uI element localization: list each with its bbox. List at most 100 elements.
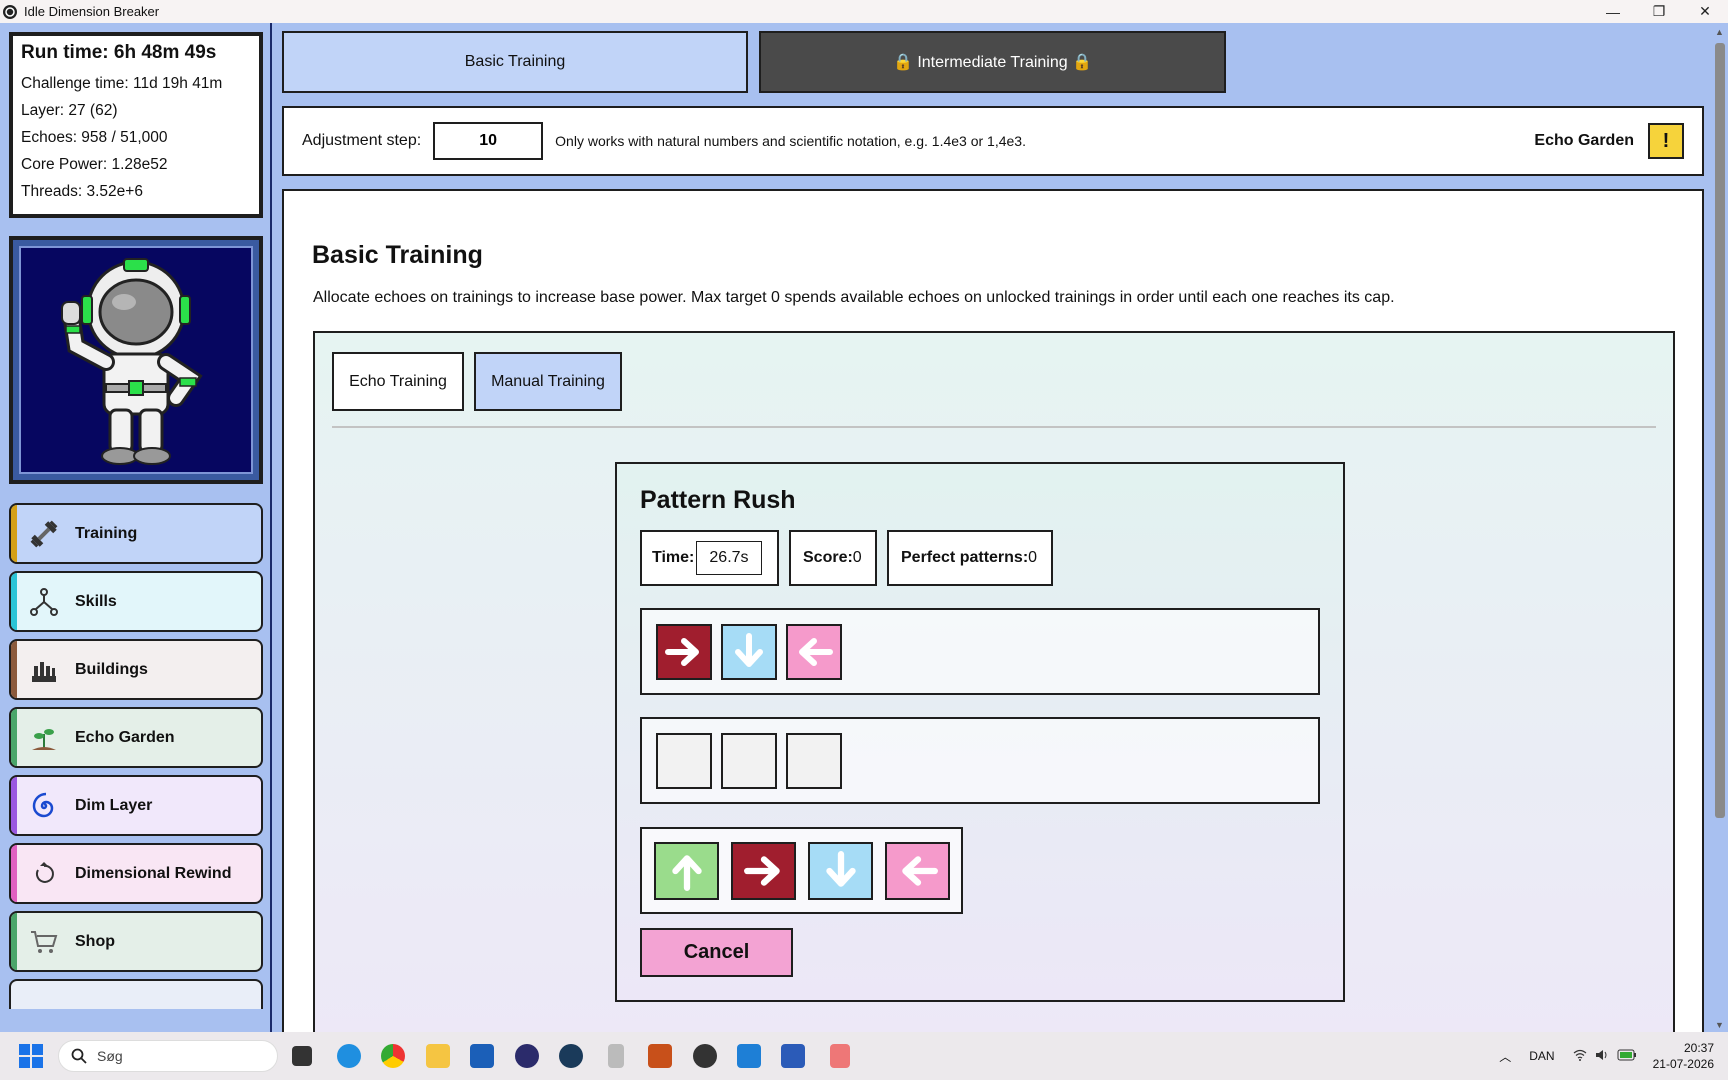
window-title: Idle Dimension Breaker: [24, 4, 160, 19]
target-sequence-row: [640, 608, 1320, 695]
chevron-up-icon[interactable]: ︿: [1499, 1048, 1511, 1065]
edge-icon[interactable]: [337, 1044, 361, 1068]
nav-label: Training: [75, 524, 138, 542]
file-explorer-icon[interactable]: [426, 1044, 450, 1068]
score-value: 0: [852, 549, 862, 566]
restore-button[interactable]: ❐: [1636, 0, 1682, 23]
scrollbar[interactable]: ▲ ▼: [1712, 23, 1728, 1032]
nav-label: Skills: [75, 592, 117, 610]
page-title: Basic Training: [312, 241, 483, 269]
nav-label: Echo Garden: [75, 728, 175, 746]
perfect-value: 0: [1028, 549, 1038, 566]
wifi-icon[interactable]: [1573, 1049, 1587, 1064]
nav-echo-garden[interactable]: Echo Garden: [9, 707, 263, 768]
cancel-button[interactable]: Cancel: [640, 928, 793, 977]
threads-stat: Threads: 3.52e+6: [21, 183, 143, 200]
taskbar-search[interactable]: Søg: [58, 1040, 278, 1072]
nav-dim-layer[interactable]: Dim Layer: [9, 775, 263, 836]
electron-app-icon[interactable]: [693, 1044, 717, 1068]
windows-start-icon[interactable]: [19, 1044, 43, 1068]
cart-icon: [27, 925, 61, 959]
subtab-manual-training[interactable]: Manual Training: [474, 352, 622, 411]
nav-skills[interactable]: Skills: [9, 571, 263, 632]
task-view-icon[interactable]: [292, 1046, 312, 1066]
tab-intermediate-training[interactable]: 🔒 Intermediate Training 🔒: [759, 31, 1226, 93]
alert-button[interactable]: !: [1648, 123, 1684, 159]
choice-down-button[interactable]: [808, 842, 873, 900]
layer-stat: Layer: 27 (62): [21, 102, 118, 119]
vscode-icon[interactable]: [737, 1044, 761, 1068]
nav-stripe: [11, 709, 17, 766]
close-button[interactable]: ✕: [1682, 0, 1728, 23]
tab-basic-training[interactable]: Basic Training: [282, 31, 748, 93]
time-value: 26.7s: [696, 541, 762, 575]
nav-training[interactable]: Training: [9, 503, 263, 564]
score-label: Score:: [803, 549, 853, 566]
spiral-icon: [27, 789, 61, 823]
divider: [332, 426, 1656, 428]
main-content: Basic Training Allocate echoes on traini…: [282, 189, 1704, 1051]
perfect-label: Perfect patterns:: [901, 549, 1029, 566]
pattern-title: Pattern Rush: [640, 486, 796, 514]
training-box: Echo Training Manual Training Pattern Ru…: [313, 331, 1675, 1051]
subtab-echo-training[interactable]: Echo Training: [332, 352, 464, 411]
nav-stripe: [11, 505, 17, 562]
arrow-choices: [640, 827, 963, 914]
arrow-right-icon: [743, 856, 780, 886]
page-description: Allocate echoes on trainings to increase…: [313, 289, 1395, 306]
adjustment-bar: Adjustment step: Only works with natural…: [282, 106, 1704, 176]
scrollbar-thumb[interactable]: [1715, 43, 1725, 818]
nav-label: Buildings: [75, 660, 148, 678]
chrome-icon[interactable]: [381, 1044, 405, 1068]
language-indicator[interactable]: DAN: [1529, 1049, 1554, 1063]
store-icon[interactable]: [470, 1044, 494, 1068]
minimize-button[interactable]: —: [1590, 0, 1636, 23]
avatar-frame: [9, 236, 263, 484]
nav-next-partial[interactable]: [9, 979, 263, 1009]
echoes-stat: Echoes: 958 / 51,000: [21, 129, 168, 146]
score-box: Score: 0: [789, 530, 877, 586]
nav-stripe: [11, 845, 17, 902]
snipping-tool-icon[interactable]: [830, 1044, 850, 1068]
app-icon: [3, 4, 17, 19]
echo-garden-label: Echo Garden: [1534, 132, 1634, 149]
perfect-box: Perfect patterns: 0: [887, 530, 1053, 586]
adjustment-step-input[interactable]: [433, 122, 544, 160]
eclipse-icon[interactable]: [515, 1044, 539, 1068]
buildings-icon: [27, 653, 61, 687]
arrow-down-icon: [735, 633, 763, 667]
scroll-up-icon[interactable]: ▲: [1715, 27, 1724, 37]
clock-time: 20:37: [1683, 1041, 1714, 1055]
arrow-left-icon: [799, 638, 833, 666]
nav-label: Dimensional Rewind: [75, 864, 232, 882]
nav-dimensional-rewind[interactable]: Dimensional Rewind: [9, 843, 263, 904]
title-bar: Idle Dimension Breaker — ❐ ✕: [0, 0, 1728, 23]
word-icon[interactable]: [781, 1044, 805, 1068]
scroll-down-icon[interactable]: ▼: [1715, 1020, 1724, 1030]
adjustment-label: Adjustment step:: [302, 132, 422, 149]
nav-label: Shop: [75, 932, 115, 950]
nav-shop[interactable]: Shop: [9, 911, 263, 972]
choice-left-button[interactable]: [885, 842, 950, 900]
input-slots-row: [640, 717, 1320, 804]
time-label: Time:: [652, 549, 695, 566]
choice-right-button[interactable]: [731, 842, 796, 900]
astronaut-icon: [61, 258, 203, 465]
search-placeholder: Søg: [97, 1048, 123, 1064]
target-left-arrow: [786, 624, 842, 680]
choice-up-button[interactable]: [654, 842, 719, 900]
steam-icon[interactable]: [559, 1044, 583, 1068]
app-icon-orange[interactable]: [648, 1044, 672, 1068]
mouse-icon[interactable]: [608, 1044, 624, 1068]
volume-icon[interactable]: [1595, 1049, 1609, 1064]
nav-stripe: [11, 573, 17, 630]
clock-date: 21-07-2026: [1652, 1057, 1714, 1071]
arrow-down-icon: [825, 851, 856, 887]
clock[interactable]: 20:37 21-07-2026: [1653, 1040, 1714, 1072]
battery-icon[interactable]: [1617, 1049, 1637, 1064]
nav-buildings[interactable]: Buildings: [9, 639, 263, 700]
left-panel: Run time: 6h 48m 49s Challenge time: 11d…: [0, 23, 272, 1032]
input-slot: [786, 733, 842, 789]
garden-icon: [27, 721, 61, 755]
taskbar: Søg ︿ DAN 20:37 21-07-2026: [0, 1032, 1728, 1080]
